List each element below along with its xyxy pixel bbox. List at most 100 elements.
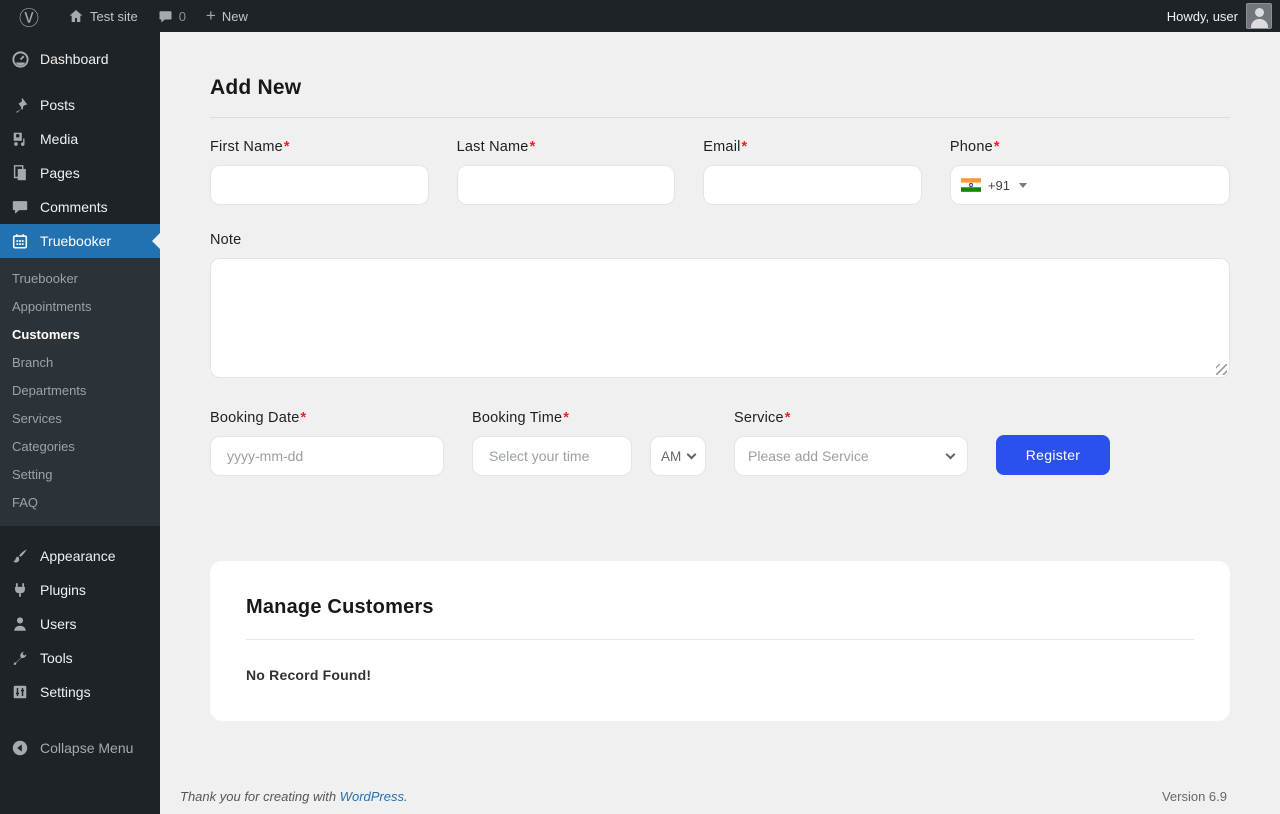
last-name-input[interactable]	[456, 165, 676, 205]
sidebar-item-label: Posts	[40, 97, 76, 113]
sidebar-item-settings[interactable]: Settings	[0, 675, 160, 709]
email-label: Email*	[703, 139, 922, 155]
truebooker-submenu: Truebooker Appointments Customers Branch…	[0, 258, 160, 526]
wrench-icon	[10, 648, 30, 668]
submenu-item-appointments[interactable]: Appointments	[0, 293, 160, 321]
footer-period: .	[404, 789, 408, 804]
booking-date-label-text: Booking Date	[210, 410, 300, 426]
collapse-arrow-icon	[10, 738, 30, 758]
sidebar-item-media[interactable]: Media	[0, 122, 160, 156]
india-flag-icon[interactable]	[960, 178, 981, 192]
booking-date-label: Booking Date*	[210, 410, 444, 426]
required-asterisk: *	[993, 139, 1000, 155]
plus-icon: +	[205, 5, 216, 25]
required-asterisk: *	[741, 139, 748, 155]
new-content-menu[interactable]: + New	[196, 0, 258, 32]
sidebar-item-label: Plugins	[40, 582, 86, 598]
page-title: Add New	[210, 76, 302, 99]
user-avatar[interactable]	[1246, 3, 1272, 29]
submenu-item-customers[interactable]: Customers	[0, 321, 160, 349]
last-name-label: Last Name*	[457, 139, 676, 155]
sidebar-item-label: Truebooker	[40, 233, 112, 249]
phone-field-group: Phone* +91	[949, 139, 1230, 205]
sidebar-item-pages[interactable]: Pages	[0, 156, 160, 190]
email-field-group: Email*	[703, 139, 922, 205]
sidebar-item-label: Settings	[40, 684, 91, 700]
sidebar-item-label: Dashboard	[40, 51, 109, 67]
note-field-group: Note	[210, 232, 1230, 378]
manage-divider	[246, 639, 1194, 640]
wordpress-link[interactable]: WordPress	[340, 789, 404, 804]
sidebar-item-tools[interactable]: Tools	[0, 641, 160, 675]
note-textarea[interactable]	[210, 258, 1230, 378]
booking-form-row: Booking Date* Booking Time* AM Service* …	[210, 410, 1230, 476]
booking-time-label: Booking Time*	[472, 410, 706, 426]
email-input[interactable]	[703, 165, 922, 205]
service-label-text: Service	[734, 410, 784, 426]
service-label: Service*	[734, 410, 968, 426]
phone-input-wrapper: +91	[949, 165, 1230, 205]
admin-footer: Thank you for creating with WordPress. V…	[180, 789, 1227, 804]
title-divider	[210, 117, 1230, 118]
submenu-item-departments[interactable]: Departments	[0, 377, 160, 405]
note-label: Note	[210, 232, 242, 248]
sidebar-item-plugins[interactable]: Plugins	[0, 573, 160, 607]
sidebar-item-label: Users	[40, 616, 77, 632]
required-asterisk: *	[784, 410, 791, 426]
first-name-field-group: First Name*	[210, 139, 429, 205]
required-asterisk: *	[300, 410, 307, 426]
service-select-value: Please add Service	[748, 448, 869, 464]
comments-adminbar-link[interactable]: 0	[148, 0, 196, 32]
submenu-item-categories[interactable]: Categories	[0, 433, 160, 461]
comments-count-badge: 0	[178, 8, 186, 24]
manage-customers-title: Manage Customers	[246, 596, 434, 618]
avatar-body-shape	[1251, 19, 1268, 28]
manage-customers-card: Manage Customers No Record Found!	[210, 561, 1230, 721]
version-label: Version 6.9	[1161, 789, 1227, 804]
submenu-item-setting[interactable]: Setting	[0, 461, 160, 489]
phone-label-text: Phone	[949, 139, 993, 155]
dial-code-label[interactable]: +91	[988, 178, 1010, 193]
sidebar-item-dashboard[interactable]: Dashboard	[0, 42, 160, 76]
submenu-item-services[interactable]: Services	[0, 405, 160, 433]
plug-icon	[10, 580, 30, 600]
wordpress-logo-menu[interactable]: Ⓥ	[0, 0, 58, 32]
sidebar-item-appearance[interactable]: Appearance	[0, 539, 160, 573]
empty-state-message: No Record Found!	[246, 667, 372, 683]
last-name-field-group: Last Name*	[456, 139, 676, 205]
sidebar-item-users[interactable]: Users	[0, 607, 160, 641]
service-field-group: Service* Please add Service	[734, 410, 968, 476]
submenu-item-branch[interactable]: Branch	[0, 349, 160, 377]
meridiem-select[interactable]: AM	[650, 436, 706, 476]
collapse-menu-button[interactable]: Collapse Menu	[0, 730, 160, 766]
email-label-text: Email	[703, 139, 741, 155]
booking-time-input[interactable]	[472, 436, 632, 476]
service-select[interactable]: Please add Service	[734, 436, 968, 476]
booking-date-input[interactable]	[210, 436, 444, 476]
current-menu-arrow	[144, 233, 160, 249]
phone-number-input[interactable]	[1033, 166, 1219, 204]
submenu-item-faq[interactable]: FAQ	[0, 489, 160, 517]
sliders-icon	[10, 682, 30, 702]
booking-date-field-group: Booking Date*	[210, 410, 444, 476]
footer-thanks-prefix: Thank you for creating with	[180, 789, 337, 804]
submenu-item-truebooker[interactable]: Truebooker	[0, 265, 160, 293]
dial-code-caret-icon[interactable]	[1018, 182, 1027, 188]
comments-icon	[10, 197, 30, 217]
last-name-label-text: Last Name	[456, 139, 529, 155]
sidebar-item-posts[interactable]: Posts	[0, 88, 160, 122]
sidebar-item-label: Pages	[40, 165, 80, 181]
wordpress-logo-icon: Ⓥ	[19, 7, 39, 30]
register-button[interactable]: Register	[996, 435, 1110, 475]
new-label: New	[221, 8, 248, 24]
howdy-user-link[interactable]: Howdy, user	[1167, 9, 1238, 24]
first-name-input[interactable]	[210, 165, 429, 205]
site-name-link[interactable]: Test site	[58, 0, 148, 32]
sidebar-item-comments[interactable]: Comments	[0, 190, 160, 224]
media-icon	[10, 129, 30, 149]
first-name-label-text: First Name	[210, 139, 283, 155]
sidebar-item-truebooker[interactable]: Truebooker	[0, 224, 160, 258]
site-name-label: Test site	[90, 8, 138, 24]
sidebar-item-label: Tools	[40, 650, 73, 666]
comment-bubble-icon	[158, 9, 173, 24]
